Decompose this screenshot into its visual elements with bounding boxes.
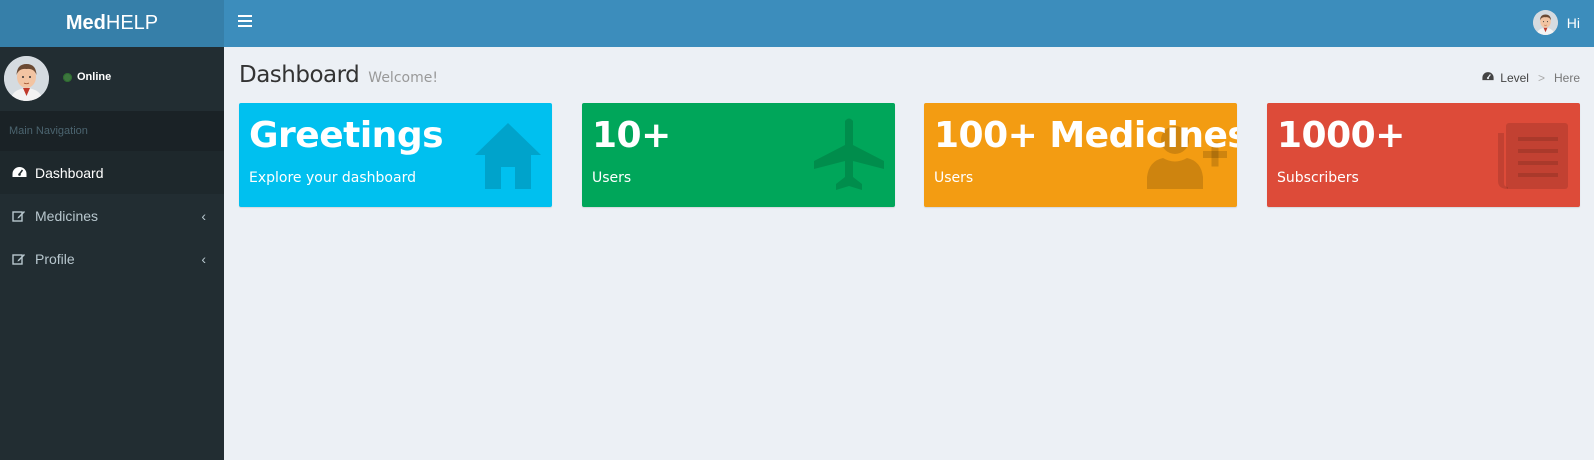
- top-navbar: Hi: [224, 0, 1594, 47]
- home-icon: [475, 123, 541, 189]
- info-box-users[interactable]: 10+ Users: [582, 103, 895, 207]
- avatar: [1532, 10, 1558, 35]
- page-title: Dashboard: [239, 62, 360, 88]
- content-header: Dashboard Welcome!: [239, 62, 438, 88]
- app-logo[interactable]: Med HELP: [0, 0, 224, 47]
- info-box-medicines[interactable]: 100+ Medicines Users: [924, 103, 1237, 207]
- online-dot-icon: [63, 72, 72, 82]
- sidebar-item-profile[interactable]: Profile ‹: [0, 237, 224, 280]
- info-box-value: 100+ Medicines: [934, 115, 1237, 156]
- sidebar: Online Main Navigation Dashboard Medicin…: [0, 47, 224, 460]
- chevron-left-icon: ‹: [201, 208, 206, 224]
- sidebar-item-label: Profile: [35, 250, 75, 267]
- info-box-subscribers[interactable]: 1000+ Subscribers: [1267, 103, 1580, 207]
- user-greeting: Hi: [1566, 14, 1580, 31]
- edit-icon: [11, 208, 27, 224]
- page-subtitle: Welcome!: [368, 70, 438, 86]
- nav-header: Main Navigation: [0, 111, 224, 151]
- online-status: Online: [63, 71, 111, 83]
- info-box-value: 10+: [592, 115, 671, 156]
- logo-light: HELP: [105, 12, 159, 34]
- info-box-value: 1000+: [1277, 115, 1405, 156]
- sidebar-item-dashboard[interactable]: Dashboard: [0, 151, 224, 194]
- plane-icon: [814, 118, 884, 190]
- info-box-label: Subscribers: [1277, 170, 1359, 186]
- dashboard-icon: [11, 165, 27, 181]
- breadcrumb-current: Here: [1553, 71, 1580, 85]
- newspaper-icon: [1498, 123, 1568, 189]
- info-box-greetings[interactable]: Greetings Explore your dashboard: [239, 103, 552, 207]
- breadcrumb: Level > Here: [1482, 71, 1580, 85]
- info-box-label: Users: [934, 170, 974, 186]
- status-label: Online: [77, 71, 112, 83]
- edit-icon: [11, 251, 27, 267]
- breadcrumb-separator: >: [1537, 71, 1545, 85]
- chevron-left-icon: ‹: [201, 251, 206, 267]
- avatar: [4, 56, 49, 101]
- breadcrumb-level-link[interactable]: Level: [1500, 71, 1529, 85]
- sidebar-item-label: Medicines: [35, 207, 99, 224]
- dashboard-icon: [1482, 71, 1494, 85]
- sidebar-item-label: Dashboard: [35, 164, 104, 181]
- user-menu[interactable]: Hi: [1532, 10, 1580, 35]
- sidebar-toggle-button[interactable]: [238, 15, 252, 27]
- info-box-label: Users: [592, 170, 632, 186]
- logo-bold: Med: [65, 12, 106, 34]
- info-box-value: Greetings: [249, 115, 444, 156]
- info-box-label: Explore your dashboard: [249, 170, 416, 186]
- user-panel: Online: [0, 47, 224, 111]
- sidebar-item-medicines[interactable]: Medicines ‹: [0, 194, 224, 237]
